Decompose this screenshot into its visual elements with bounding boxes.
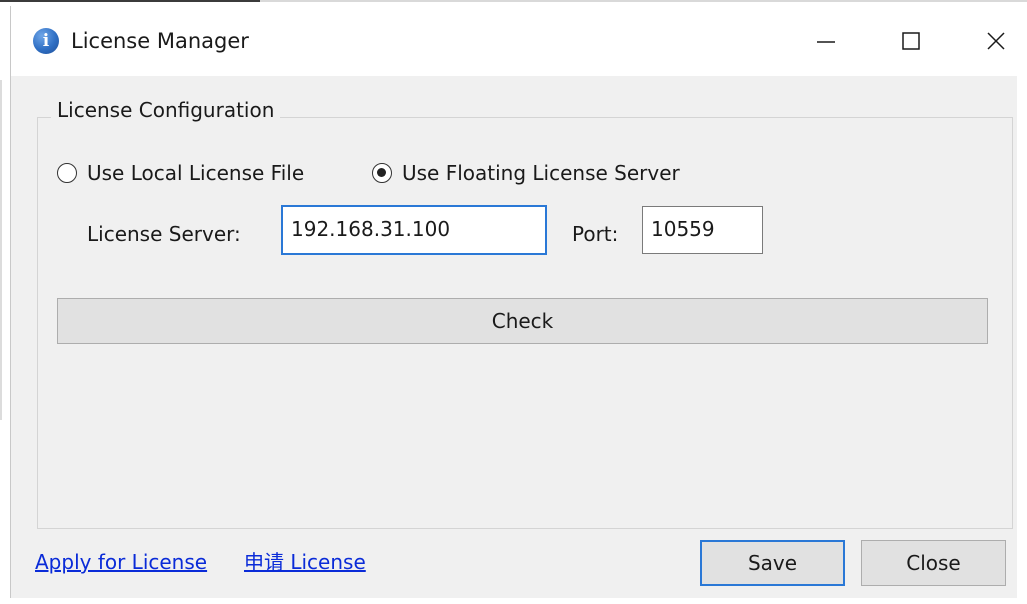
port-label: Port: <box>572 222 619 246</box>
apply-for-license-cn-link[interactable]: 申请 License <box>244 549 366 575</box>
maximize-button[interactable] <box>866 6 956 76</box>
license-server-input[interactable]: 192.168.31.100 <box>281 205 547 255</box>
edge-dark-segment <box>0 0 260 2</box>
save-button[interactable]: Save <box>700 540 845 586</box>
port-input[interactable]: 10559 <box>642 206 763 254</box>
minimize-icon <box>817 41 835 43</box>
license-server-label: License Server: <box>87 222 241 246</box>
license-manager-dialog: i License Manager License Configuration … <box>10 6 1018 598</box>
radio-label[interactable]: Use Floating License Server <box>402 160 680 186</box>
title-bar[interactable]: i License Manager <box>11 6 1018 76</box>
group-title: License Configuration <box>51 97 281 123</box>
background-edge <box>0 80 2 420</box>
radio-button-icon[interactable] <box>57 163 77 183</box>
close-button[interactable]: Close <box>861 540 1006 586</box>
radio-use-floating-license-server[interactable]: Use Floating License Server <box>372 158 680 188</box>
info-icon: i <box>33 28 59 54</box>
radio-label[interactable]: Use Local License File <box>87 160 304 186</box>
edge-light-segment <box>260 0 1027 2</box>
close-icon <box>987 32 1005 50</box>
window-title: License Manager <box>71 29 249 53</box>
maximize-icon <box>902 32 920 50</box>
radio-button-selected-icon[interactable] <box>372 163 392 183</box>
apply-for-license-link[interactable]: Apply for License <box>35 549 207 575</box>
close-window-button[interactable] <box>951 6 1027 76</box>
minimize-button[interactable] <box>781 6 871 76</box>
radio-use-local-license-file[interactable]: Use Local License File <box>57 158 304 188</box>
check-button[interactable]: Check <box>57 298 988 344</box>
